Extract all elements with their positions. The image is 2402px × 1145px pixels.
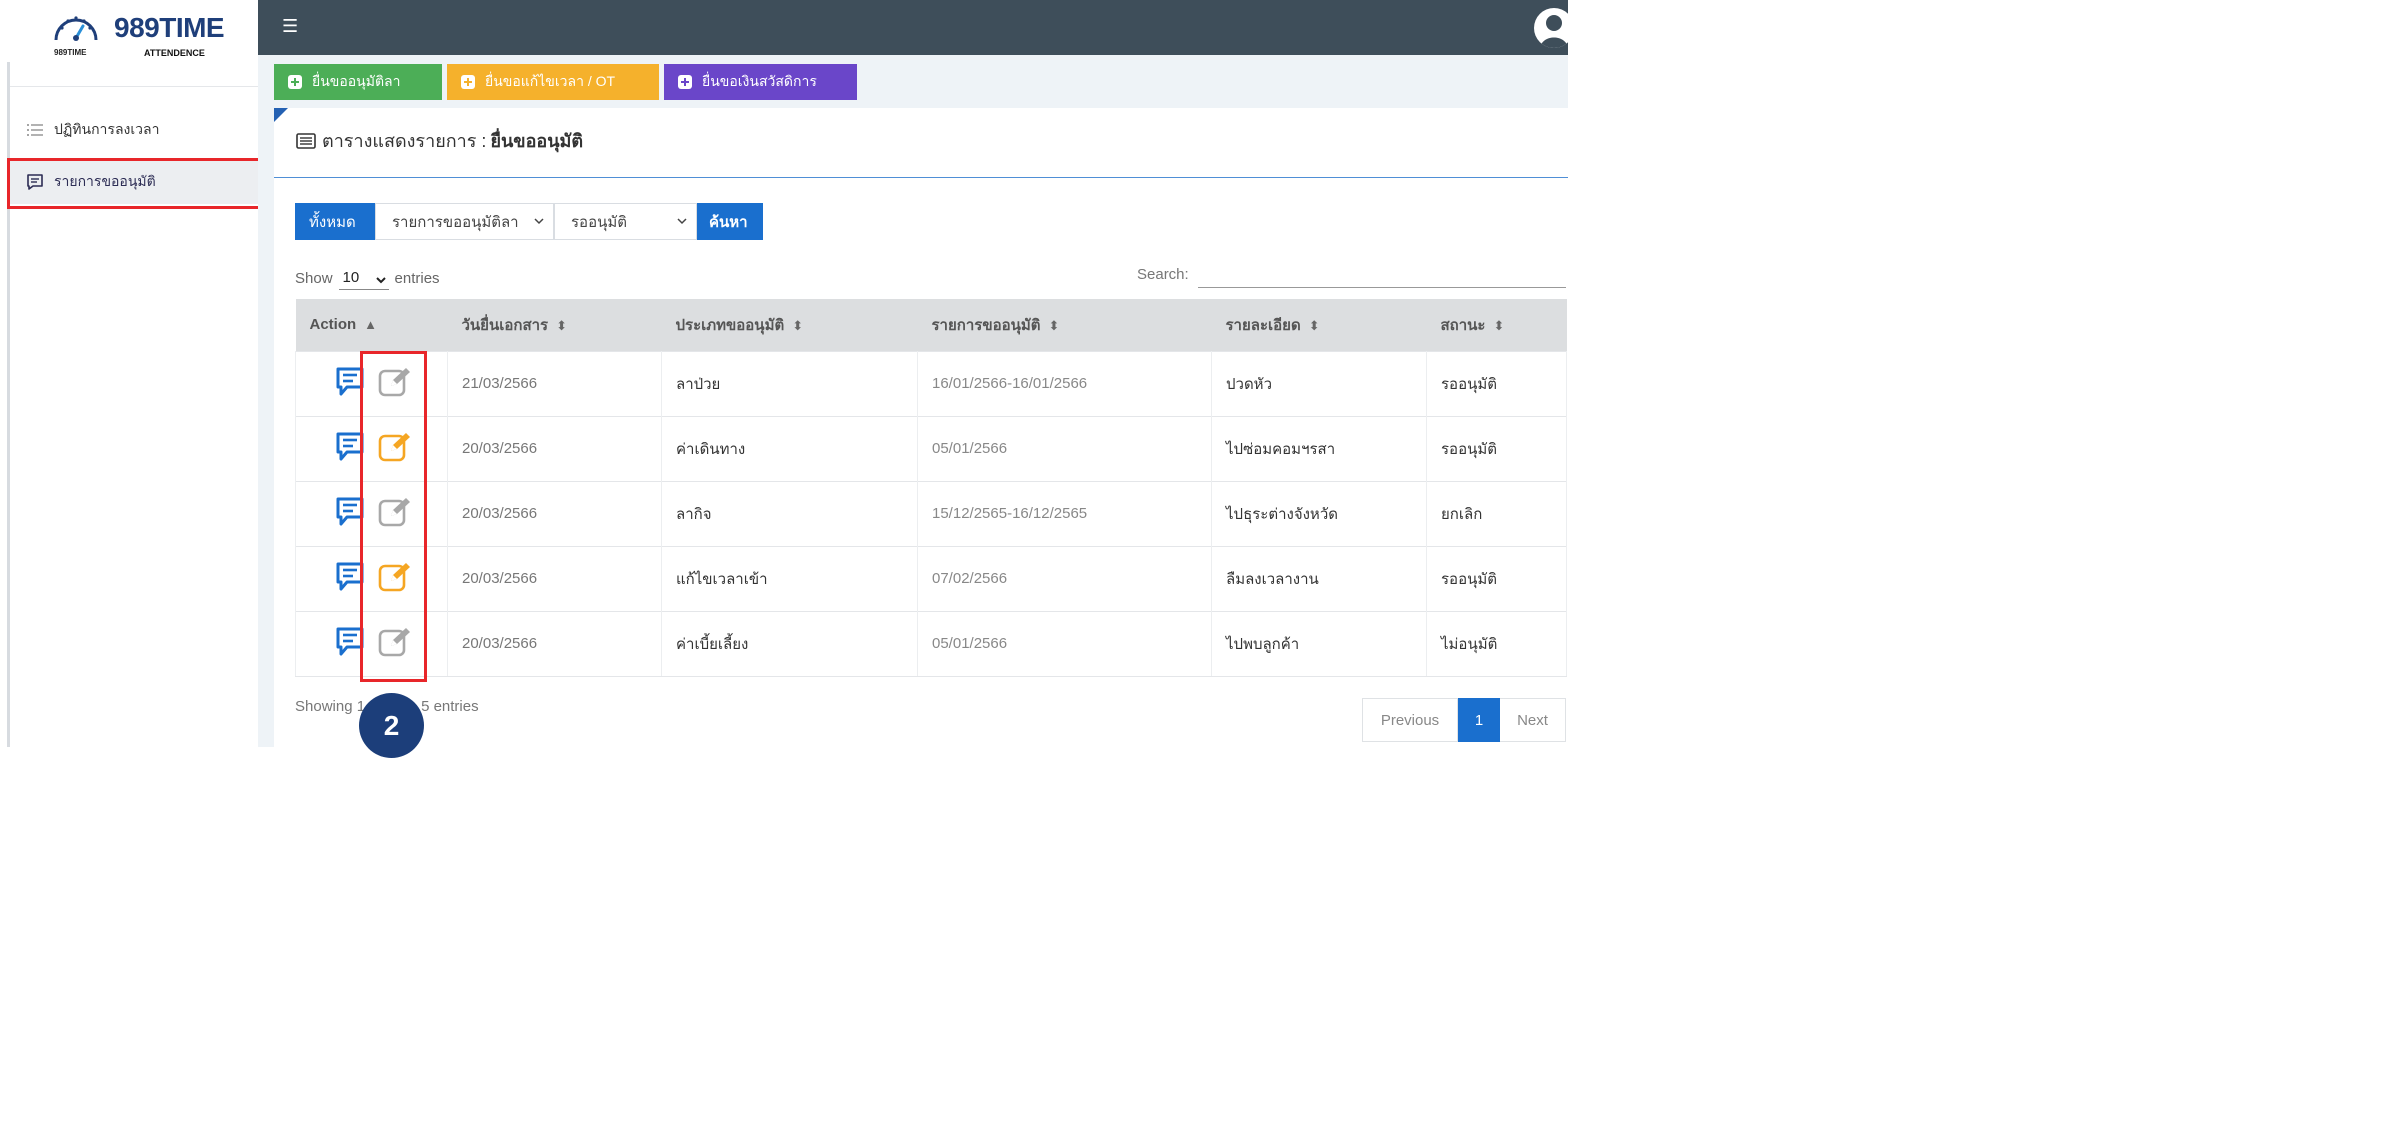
logo-divider: [10, 86, 258, 87]
top-bar: ☰: [258, 0, 1574, 55]
step-badge: 2: [359, 693, 424, 758]
user-icon: [1540, 15, 1568, 48]
period-cell: 07/02/2566: [917, 545, 1212, 611]
search-input[interactable]: [1198, 262, 1566, 288]
request-leave-button[interactable]: ยื่นขออนุมัติลา: [274, 64, 442, 100]
status-value: รออนุมัติ: [571, 213, 627, 231]
sidebar: 989TIME 989TIME ATTENDENCE ปฏิทินการลงเว…: [0, 0, 263, 747]
date-cell: 20/03/2566: [447, 610, 662, 677]
request-welfare-button[interactable]: ยื่นขอเงินสวัสดิการ: [664, 64, 857, 100]
request-time-ot-button[interactable]: ยื่นขอแก้ไขเวลา / OT: [447, 64, 659, 100]
status-cell: ไม่อนุมัติ: [1426, 610, 1567, 677]
detail-cell: ไปธุระต่างจังหวัด: [1211, 480, 1427, 546]
entries-length-value: 10: [342, 269, 360, 286]
type-cell: ค่าเดินทาง: [661, 415, 918, 481]
chevron-down-icon: [375, 273, 387, 290]
type-cell: ลากิจ: [661, 480, 918, 546]
table-row: 20/03/2566 แก้ไขเวลาเข้า 07/02/2566 ลืมล…: [295, 545, 1567, 611]
status-cell: รออนุมัติ: [1426, 545, 1567, 611]
status-cell: ยกเลิก: [1426, 480, 1567, 546]
date-cell: 21/03/2566: [447, 350, 662, 416]
sort-asc-icon: ▲: [364, 317, 378, 333]
period-cell: 05/01/2566: [917, 415, 1212, 481]
list-icon: [24, 123, 46, 137]
entries-label: entries: [394, 269, 440, 287]
request-time-ot-label: ยื่นขอแก้ไขเวลา / OT: [485, 73, 616, 89]
type-cell: ลาป่วย: [661, 350, 918, 416]
brand-small-label: 989TIME: [54, 48, 87, 57]
column-header-item[interactable]: รายการขออนุมัติ ⬍: [917, 299, 1212, 351]
table-header-row: Action ▲ วันยื่นเอกสาร ⬍ ประเภทขออนุมัติ ⬍ …: [295, 299, 1567, 351]
highlight-box-nav: [7, 158, 263, 209]
column-header-detail[interactable]: รายละเอียด ⬍: [1211, 299, 1427, 351]
pagination-previous[interactable]: Previous: [1362, 698, 1458, 742]
table-list-icon: [296, 132, 316, 149]
corner-mark: [274, 108, 288, 122]
title-divider: [274, 177, 1568, 178]
detail-cell: ลืมลงเวลางาน: [1211, 545, 1427, 611]
date-cell: 20/03/2566: [447, 415, 662, 481]
entries-length-control: Show 10 entries: [295, 266, 440, 290]
search-label: Search:: [1137, 266, 1189, 283]
search-button[interactable]: ค้นหา: [697, 203, 763, 240]
period-cell: 16/01/2566-16/01/2566: [917, 350, 1212, 416]
requests-table: Action ▲ วันยื่นเอกสาร ⬍ ประเภทขออนุมัติ ⬍ …: [295, 299, 1567, 677]
date-cell: 20/03/2566: [447, 545, 662, 611]
chevron-down-icon: [533, 214, 545, 231]
detail-cell: ปวดหัว: [1211, 350, 1427, 416]
pagination-page-1[interactable]: 1: [1458, 698, 1500, 742]
status-cell: รออนุมัติ: [1426, 350, 1567, 416]
table-row: 21/03/2566 ลาป่วย 16/01/2566-16/01/2566 …: [295, 350, 1567, 416]
column-header-date[interactable]: วันยื่นเอกสาร ⬍: [447, 299, 662, 351]
request-welfare-label: ยื่นขอเงินสวัสดิการ: [702, 73, 817, 89]
type-cell: ค่าเบี้ยเลี้ยง: [661, 610, 918, 677]
sort-icon: ⬍: [792, 317, 804, 333]
sort-icon: ⬍: [1308, 317, 1320, 333]
sort-icon: ⬍: [556, 317, 567, 333]
plus-square-icon: [288, 75, 302, 89]
status-select[interactable]: รออนุมัติ: [554, 203, 697, 240]
column-header-action[interactable]: Action ▲: [295, 299, 448, 351]
status-cell: รออนุมัติ: [1426, 415, 1567, 481]
sidebar-item-attendance-calendar[interactable]: ปฏิทินการลงเวลา: [10, 108, 258, 152]
plus-square-icon: [461, 75, 475, 89]
period-cell: 05/01/2566: [917, 610, 1212, 677]
brand-logo[interactable]: 989TIME 989TIME ATTENDENCE: [52, 8, 252, 58]
table-row: 20/03/2566 ค่าเดินทาง 05/01/2566 ไปซ่อมค…: [295, 415, 1567, 481]
highlight-box-edit-column: [360, 351, 427, 682]
table-info-start: Showing 1: [295, 698, 366, 715]
speedometer-icon: [54, 16, 98, 41]
pagination-next[interactable]: Next: [1500, 698, 1566, 742]
column-header-type[interactable]: ประเภทขออนุมัติ ⬍: [661, 299, 918, 351]
sidebar-item-label: ปฏิทินการลงเวลา: [54, 121, 160, 137]
request-type-value: รายการขออนุมัติลา: [392, 213, 519, 231]
request-type-select[interactable]: รายการขออนุมัติลา: [375, 203, 554, 240]
sort-icon: ⬍: [1048, 317, 1060, 333]
detail-cell: ไปพบลูกค้า: [1211, 610, 1427, 677]
plus-square-icon: [678, 75, 692, 89]
request-leave-label: ยื่นขออนุมัติลา: [312, 73, 401, 89]
column-header-status[interactable]: สถานะ ⬍: [1426, 299, 1567, 351]
period-cell: 15/12/2565-16/12/2565: [917, 480, 1212, 546]
date-cell: 20/03/2566: [447, 480, 662, 546]
brand-name: 989TIME: [114, 12, 225, 43]
user-avatar[interactable]: [1534, 8, 1574, 48]
detail-cell: ไปซ่อมคอมฯรสา: [1211, 415, 1427, 481]
chevron-down-icon: [676, 214, 688, 231]
table-row: 20/03/2566 ลากิจ 15/12/2565-16/12/2565 ไ…: [295, 480, 1567, 546]
type-cell: แก้ไขเวลาเข้า: [661, 545, 918, 611]
entries-length-select[interactable]: 10: [338, 266, 389, 290]
sort-icon: ⬍: [1493, 317, 1505, 333]
filter-all-button[interactable]: ทั้งหมด: [295, 203, 375, 240]
table-info-end: 5 entries: [421, 698, 479, 715]
page-title-prefix: ตารางแสดงรายการ :: [322, 131, 487, 151]
show-label: Show: [295, 269, 333, 287]
page-title-bold: ยื่นขออนุมัติ: [490, 131, 584, 151]
table-row: 20/03/2566 ค่าเบี้ยเลี้ยง 05/01/2566 ไปพ…: [295, 610, 1567, 677]
page-title: ตารางแสดงรายการ : ยื่นขออนุมัติ: [296, 126, 583, 155]
brand-subtitle: ATTENDENCE: [144, 48, 205, 58]
menu-icon[interactable]: ☰: [282, 16, 298, 37]
